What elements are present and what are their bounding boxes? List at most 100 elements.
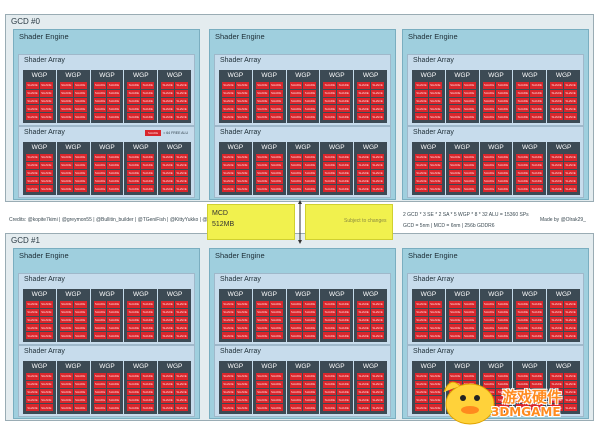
wgp-block: WGPSHADESHADESHADESHADESHADESHADESHADESH… xyxy=(479,142,513,195)
shader-unit: SHADE xyxy=(127,82,141,89)
shader-unit: SHADE xyxy=(141,82,155,89)
shader-unit: SHADE xyxy=(222,301,235,308)
shader-unit: SHADE xyxy=(516,154,530,161)
shader-grid: SHADESHADESHADESHADESHADESHADESHADESHADE… xyxy=(93,301,121,339)
shader-unit: SHADE xyxy=(482,113,496,120)
wgp-block: WGPSHADESHADESHADESHADESHADESHADESHADESH… xyxy=(547,289,580,342)
shader-unit: SHADE xyxy=(564,308,577,316)
shader-unit: SHADE xyxy=(175,324,188,332)
shader-unit: SHADE xyxy=(26,308,39,316)
shader-unit: SHADE xyxy=(496,177,510,185)
wgp-label: WGP xyxy=(488,144,504,151)
shader-unit: SHADE xyxy=(428,97,442,105)
shader-unit: SHADE xyxy=(323,177,337,185)
shader-unit: SHADE xyxy=(415,388,428,396)
shader-unit: SHADE xyxy=(516,169,530,177)
shader-unit: SHADE xyxy=(175,169,188,177)
wgp-label: WGP xyxy=(295,363,311,370)
shader-unit: SHADE xyxy=(357,185,371,192)
shader-grid: SHADESHADESHADESHADESHADESHADESHADESHADE… xyxy=(222,154,249,192)
shader-unit: SHADE xyxy=(530,316,544,324)
shader-grid: SHADESHADESHADESHADESHADESHADESHADESHADE… xyxy=(516,82,544,120)
shader-unit: SHADE xyxy=(415,373,428,380)
shader-legend: SHADE = 64 FREE ALU xyxy=(144,130,188,136)
shader-unit: SHADE xyxy=(289,89,303,97)
wgp-label: WGP xyxy=(133,363,149,370)
shader-unit: SHADE xyxy=(496,105,510,113)
shader-unit: SHADE xyxy=(235,380,249,388)
shader-unit: SHADE xyxy=(269,161,283,169)
shader-unit: SHADE xyxy=(59,404,73,411)
shader-unit: SHADE xyxy=(303,308,317,316)
shader-unit: SHADE xyxy=(107,301,121,308)
shader-grid: SHADESHADESHADESHADESHADESHADESHADESHADE… xyxy=(550,154,577,192)
wgp-block: WGPSHADESHADESHADESHADESHADESHADESHADESH… xyxy=(23,142,56,195)
shader-unit: SHADE xyxy=(255,82,269,89)
shader-array-title: Shader Array xyxy=(413,129,454,136)
shader-array: Shader Array SHADE = 64 FREE ALU WGP SHADE SH… xyxy=(18,126,195,198)
shader-unit: SHADE xyxy=(448,301,462,308)
shader-unit: SHADE xyxy=(448,161,462,169)
wgp-label: WGP xyxy=(522,291,538,298)
shader-unit: SHADE xyxy=(127,308,141,316)
shader-unit: SHADE xyxy=(448,154,462,161)
wgp-label: WGP xyxy=(133,144,149,151)
shader-unit: SHADE xyxy=(337,177,351,185)
wgp-label: WGP xyxy=(261,291,277,298)
shader-unit: SHADE xyxy=(496,82,510,89)
shader-unit: SHADE xyxy=(161,324,175,332)
shader-unit: SHADE xyxy=(175,161,188,169)
made-by-text: Made by @Olrak29_ xyxy=(540,217,586,223)
shader-unit: SHADE xyxy=(428,105,442,113)
shader-unit: SHADE xyxy=(516,82,530,89)
shader-unit: SHADE xyxy=(496,301,510,308)
shader-unit: SHADE xyxy=(269,105,283,113)
shader-unit: SHADE xyxy=(415,154,428,161)
shader-unit: SHADE xyxy=(175,105,188,113)
shader-unit: SHADE xyxy=(73,161,87,169)
shader-grid: SHADESHADESHADESHADESHADESHADESHADESHADE… xyxy=(357,82,384,120)
shader-unit: SHADE xyxy=(175,97,188,105)
shader-grid: SHADESHADESHADESHADESHADESHADESHADESHADE… xyxy=(323,154,351,192)
wgp-block: WGPSHADESHADESHADESHADESHADESHADESHADESH… xyxy=(252,142,286,195)
shader-unit: SHADE xyxy=(323,404,337,411)
shader-unit: SHADE xyxy=(496,113,510,120)
wgp-block: WGPSHADESHADESHADESHADESHADESHADESHADESH… xyxy=(56,289,90,342)
shader-unit: SHADE xyxy=(371,316,384,324)
shader-unit: SHADE xyxy=(357,105,371,113)
shader-unit: SHADE xyxy=(516,316,530,324)
shader-unit: SHADE xyxy=(175,388,188,396)
shader-unit: SHADE xyxy=(39,154,53,161)
shader-unit: SHADE xyxy=(73,113,87,120)
shader-unit: SHADE xyxy=(516,301,530,308)
shader-grid: SHADESHADESHADESHADESHADESHADESHADESHADE… xyxy=(323,301,351,339)
shader-unit: SHADE xyxy=(93,373,107,380)
shader-unit: SHADE xyxy=(235,154,249,161)
shader-grid: SHADESHADESHADESHADESHADESHADESHADESHADE… xyxy=(26,82,53,120)
shader-unit: SHADE xyxy=(448,169,462,177)
shader-array-title: Shader Array xyxy=(220,129,261,136)
shader-unit: SHADE xyxy=(303,113,317,120)
shader-unit: SHADE xyxy=(550,97,564,105)
shader-unit: SHADE xyxy=(530,113,544,120)
shader-unit: SHADE xyxy=(357,161,371,169)
wgp-label: WGP xyxy=(362,363,379,370)
shader-grid: SHADESHADESHADESHADESHADESHADESHADESHADE… xyxy=(59,154,87,192)
shader-unit: SHADE xyxy=(161,404,175,411)
shader-unit: SHADE xyxy=(255,177,269,185)
shader-unit: SHADE xyxy=(161,308,175,316)
wgp-row: WGP SHADE SHADE SHADE SHADE SHADE SHADE SHADE SH… xyxy=(219,142,387,195)
shader-unit: SHADE xyxy=(550,301,564,308)
shader-unit: SHADE xyxy=(39,169,53,177)
shader-unit: SHADE xyxy=(141,316,155,324)
shader-unit: SHADE xyxy=(39,97,53,105)
wgp-label: WGP xyxy=(362,144,379,151)
shader-unit: SHADE xyxy=(269,89,283,97)
wgp-label: WGP xyxy=(65,72,81,79)
wgp-label: WGP xyxy=(329,72,345,79)
shader-unit: SHADE xyxy=(337,154,351,161)
shader-unit: SHADE xyxy=(222,161,235,169)
shader-array-title: Shader Array xyxy=(413,57,454,64)
shader-unit: SHADE xyxy=(175,404,188,411)
wgp-block: WGPSHADESHADESHADESHADESHADESHADESHADESH… xyxy=(320,361,354,414)
